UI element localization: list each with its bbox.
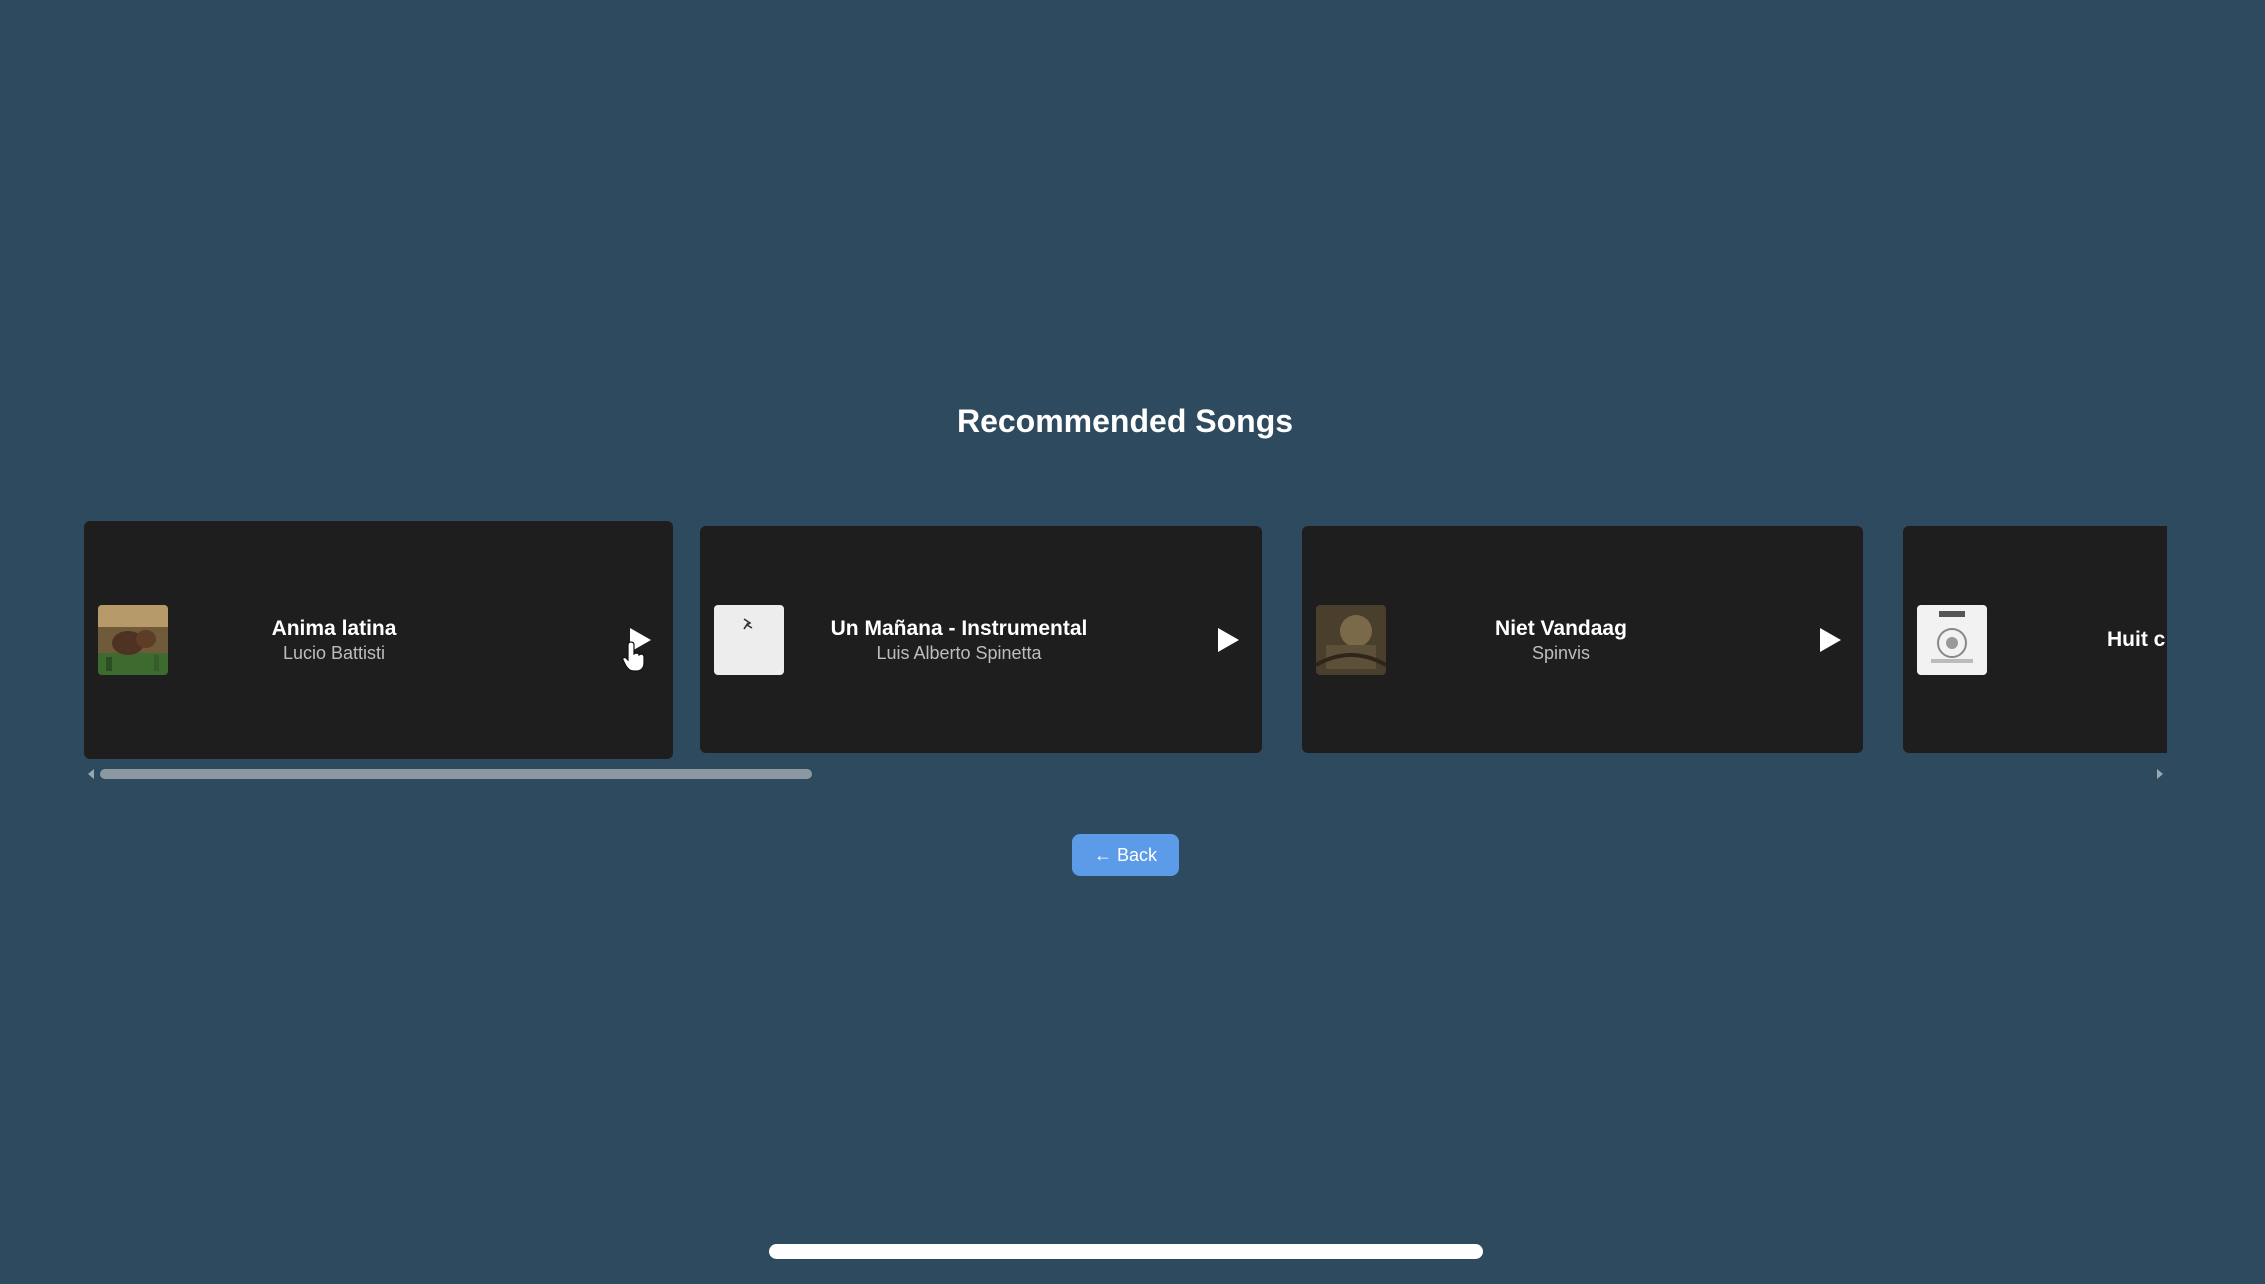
- song-artist: Lucio Battisti: [282, 643, 386, 663]
- play-icon[interactable]: [624, 625, 654, 655]
- song-card[interactable]: Un Mañana - Instrumental Luis Alberto Sp…: [700, 526, 1262, 753]
- scroll-left-arrow-icon[interactable]: [88, 769, 94, 779]
- page-title: Recommended Songs: [956, 403, 1294, 439]
- scroll-thumb[interactable]: [100, 769, 812, 779]
- song-carousel[interactable]: Anima latina Lucio Battisti Un Mañana - …: [84, 516, 2167, 763]
- song-card[interactable]: Huit c: [1903, 526, 2167, 753]
- song-meta: Huit c: [2003, 627, 2167, 653]
- song-title: Niet Vandaag: [1495, 616, 1627, 640]
- song-title: Un Mañana - Instrumental: [830, 616, 1088, 640]
- song-meta: Anima latina Lucio Battisti: [184, 616, 484, 664]
- play-icon[interactable]: [1212, 625, 1242, 655]
- song-card[interactable]: Anima latina Lucio Battisti: [84, 521, 673, 759]
- back-button[interactable]: ← Back: [1072, 834, 1179, 876]
- song-title: Huit c: [2107, 627, 2166, 651]
- carousel-scrollbar[interactable]: [84, 766, 2167, 782]
- song-title: Anima latina: [271, 617, 397, 640]
- song-artist: Spinvis: [1531, 642, 1591, 663]
- song-meta: Niet Vandaag Spinvis: [1402, 616, 1720, 664]
- page: Recommended Songs Anima latina Lucio Bat…: [0, 0, 2265, 1284]
- song-meta: Un Mañana - Instrumental Luis Alberto Sp…: [800, 616, 1118, 664]
- album-art: [98, 605, 168, 675]
- scroll-right-arrow-icon[interactable]: [2157, 769, 2163, 779]
- album-art: [1917, 604, 1987, 675]
- home-indicator[interactable]: [769, 1244, 1483, 1259]
- song-card[interactable]: Niet Vandaag Spinvis: [1302, 526, 1863, 753]
- album-art: [714, 604, 784, 675]
- song-artist: Luis Alberto Spinetta: [876, 642, 1042, 663]
- album-art: [1316, 604, 1386, 675]
- play-icon[interactable]: [1814, 625, 1844, 655]
